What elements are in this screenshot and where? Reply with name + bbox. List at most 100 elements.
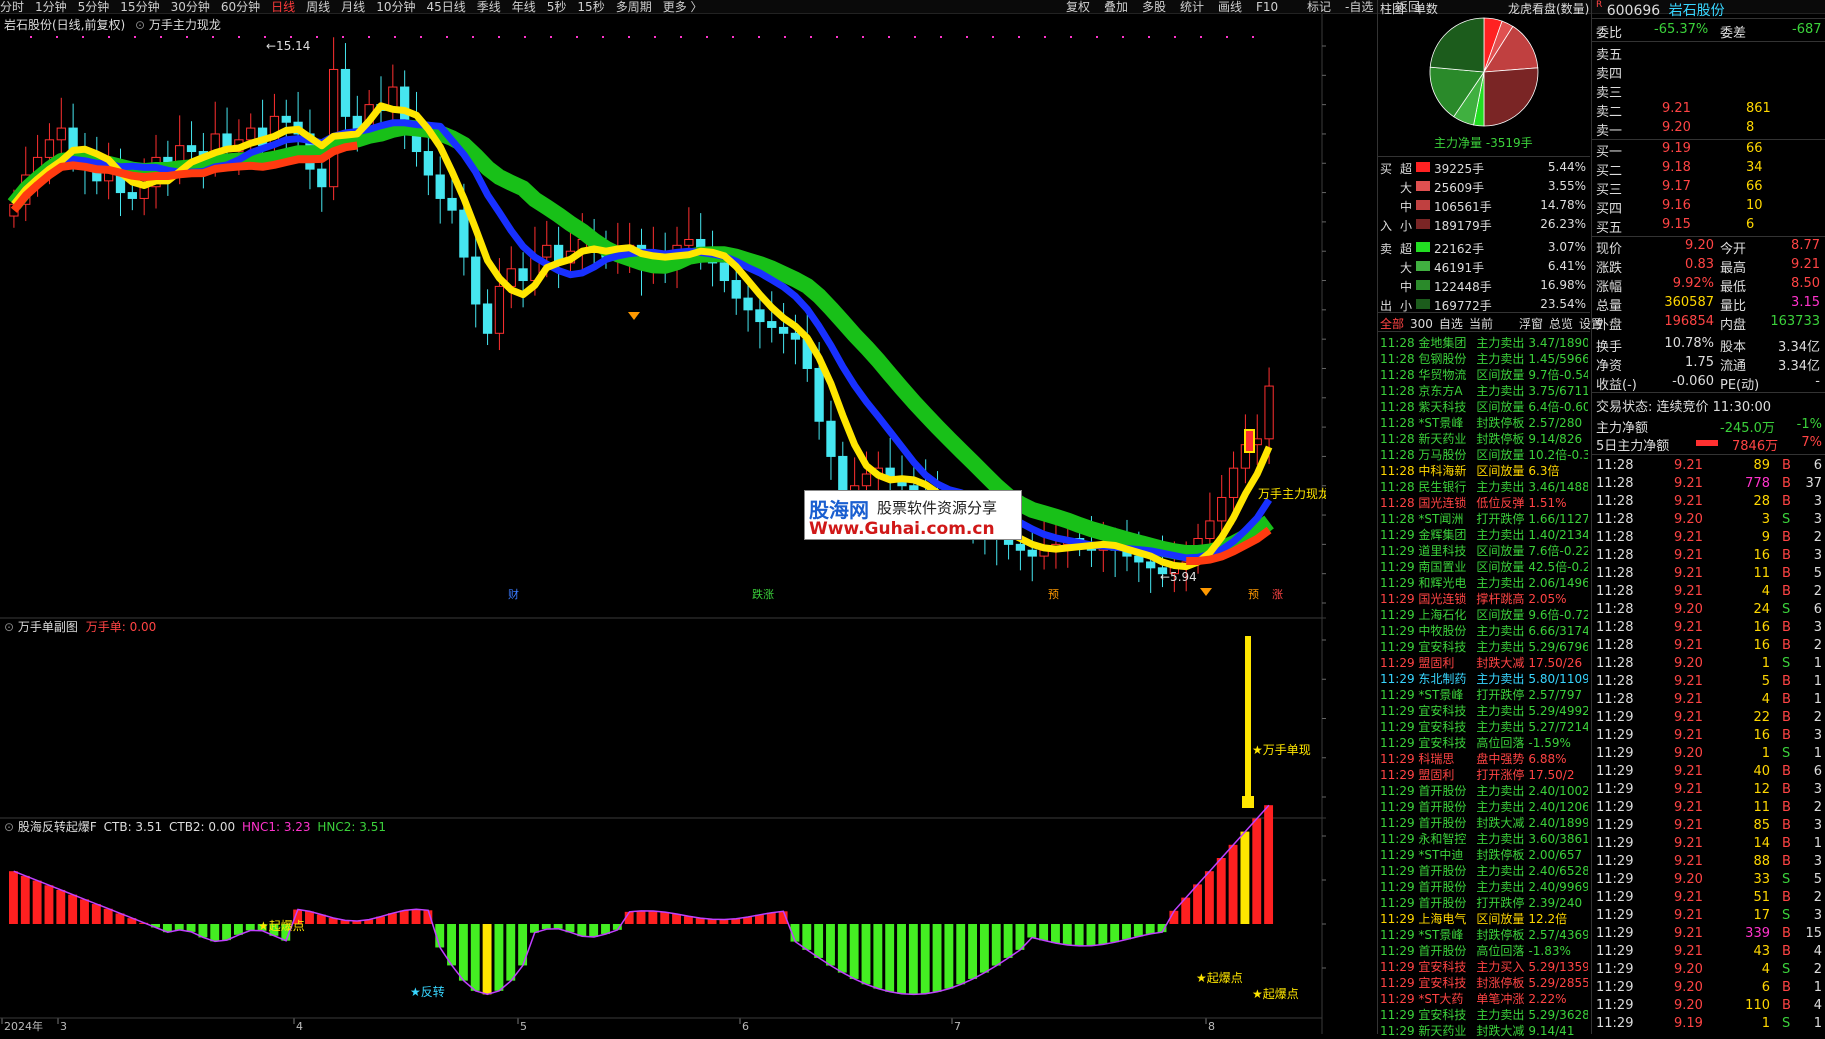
news-filter-tab[interactable]: 全部 — [1380, 317, 1404, 331]
news-stock[interactable]: 首开股份 — [1418, 942, 1472, 959]
news-stock[interactable]: *ST景峰 — [1418, 926, 1472, 943]
period-tab-6[interactable]: 日线 — [271, 0, 295, 14]
news-stock[interactable]: 宜安科技 — [1418, 734, 1472, 751]
news-stock[interactable]: 盟固利 — [1418, 654, 1472, 671]
news-item[interactable]: 11:28 包钢股份主力卖出1.45/59661 — [1380, 350, 1588, 367]
news-stock[interactable]: 京东方A — [1418, 382, 1472, 399]
sub1-title[interactable]: 万手单副图 — [18, 620, 78, 634]
period-tab-2[interactable]: 5分钟 — [78, 0, 110, 14]
news-item[interactable]: 11:29 道里科技区间放量7.6倍-0.22% — [1380, 542, 1588, 559]
news-filter-tab[interactable]: 总览 — [1549, 317, 1573, 331]
news-filter-tab[interactable]: 当前 — [1469, 317, 1493, 331]
period-tab-16[interactable]: 更多 〉 — [663, 0, 703, 14]
news-item[interactable]: 11:29 首开股份 主力卖出 2.40/9969 — [1380, 878, 1588, 895]
news-item[interactable]: 11:29 南国置业区间放量42.5倍-0.23% — [1380, 558, 1588, 575]
news-item[interactable]: 11:29 上海石化区间放量9.6倍-0.72% — [1380, 606, 1588, 623]
toolbar-btn-6[interactable]: 标记 — [1307, 0, 1331, 14]
news-stock[interactable]: 紫天科技 — [1418, 398, 1472, 415]
news-item[interactable]: 11:29 盟固利 封跌大减 17.50/26 — [1380, 654, 1588, 671]
news-item[interactable]: 11:29 中牧股份 主力卖出 6.66/3174 — [1380, 622, 1588, 639]
news-stock[interactable]: 包钢股份 — [1418, 350, 1472, 367]
news-stock[interactable]: 宜安科技 — [1418, 702, 1472, 719]
period-tab-5[interactable]: 60分钟 — [221, 0, 260, 14]
toolbar-btn-0[interactable]: 复权 — [1066, 0, 1090, 14]
news-item[interactable]: 11:29 宜安科技 主力卖出 5.29/6796 — [1380, 638, 1588, 655]
news-filter-tab[interactable]: 自选 — [1439, 317, 1463, 331]
stock-name[interactable]: 岩石股份 — [1669, 3, 1725, 19]
news-item[interactable]: 11:29 永和智控 主力卖出 3.60/3861 — [1380, 830, 1588, 847]
news-stock[interactable]: *ST景峰 — [1418, 686, 1472, 703]
toolbar-btn-3[interactable]: 统计 — [1180, 0, 1204, 14]
news-stock[interactable]: 民生银行 — [1418, 478, 1472, 495]
toolbar-btn-7[interactable]: -自选 — [1345, 0, 1373, 14]
news-item[interactable]: 11:29 国光连锁 撑杆跳高 2.05% — [1380, 590, 1588, 607]
news-stock[interactable]: 和辉光电 — [1418, 574, 1472, 591]
period-tab-3[interactable]: 15分钟 — [120, 0, 159, 14]
news-item[interactable]: 11:29 宜安科技 主力卖出 5.27/7214 — [1380, 718, 1588, 735]
news-item[interactable]: 11:28 华贸物流区间放量9.7倍-0.54% — [1380, 366, 1588, 383]
news-item[interactable]: 11:29 宜安科技 主力卖出 5.29/4992 — [1380, 702, 1588, 719]
news-stock[interactable]: 宜安科技 — [1418, 1006, 1472, 1023]
news-stock[interactable]: 道里科技 — [1418, 542, 1472, 559]
news-item[interactable]: 11:28 万马股份区间放量10.2倍-0.30% — [1380, 446, 1588, 463]
news-stock[interactable]: 上海石化 — [1418, 606, 1472, 623]
news-stock[interactable]: 科瑞思 — [1418, 750, 1472, 767]
news-stock[interactable]: 上海电气 — [1418, 910, 1472, 927]
period-tab-12[interactable]: 年线 — [512, 0, 536, 14]
period-tab-9[interactable]: 10分钟 — [376, 0, 415, 14]
period-tab-4[interactable]: 30分钟 — [171, 0, 210, 14]
indicator-toggle-icon[interactable]: ⊙ — [135, 18, 145, 32]
news-stock[interactable]: *ST闻洲 — [1418, 510, 1472, 527]
tab-count[interactable]: 单数 — [1414, 2, 1438, 16]
news-item[interactable]: 11:29 *ST景峰 封跌停板 2.57/4369 — [1380, 926, 1588, 943]
news-stock[interactable]: 首开股份 — [1418, 894, 1472, 911]
news-item[interactable]: 11:29 盟固利 打开涨停 17.50/2 — [1380, 766, 1588, 783]
news-stock[interactable]: *ST景峰 — [1418, 414, 1472, 431]
sub1-toggle-icon[interactable]: ⊙ — [4, 620, 14, 634]
news-item[interactable]: 11:28 新天药业 封跌停板 9.14/826 — [1380, 430, 1588, 447]
news-stock[interactable]: 国光连锁 — [1418, 590, 1472, 607]
news-filter-tab[interactable]: 300 — [1410, 317, 1433, 331]
news-stock[interactable]: 盟固利 — [1418, 766, 1472, 783]
kline-svg[interactable]: 15.0014.5014.0013.5013.0012.5012.0011.50… — [0, 14, 1366, 1034]
news-item[interactable]: 11:29 东北制药主力卖出5.80/11092 — [1380, 670, 1588, 687]
news-item[interactable]: 11:29 科瑞思 盘中强势 6.88% — [1380, 750, 1588, 767]
news-stock[interactable]: 国光连锁 — [1418, 494, 1472, 511]
news-stock[interactable]: 永和智控 — [1418, 830, 1472, 847]
news-item[interactable]: 11:29 和辉光电主力卖出2.06/14967 — [1380, 574, 1588, 591]
news-stock[interactable]: 金地集团 — [1418, 334, 1472, 351]
news-item[interactable]: 11:29 *ST景峰 打开跌停 2.57/797 — [1380, 686, 1588, 703]
news-stock[interactable]: *ST中迪 — [1418, 846, 1472, 863]
news-item[interactable]: 11:28 民生银行主力卖出3.46/14886 — [1380, 478, 1588, 495]
news-item[interactable]: 11:29 *ST中迪 封跌停板 2.00/657 — [1380, 846, 1588, 863]
news-item[interactable]: 11:28 *ST闻洲 打开跌停 1.66/1127 — [1380, 510, 1588, 527]
news-item[interactable]: 11:29 首开股份 高位回落 -1.83% — [1380, 942, 1588, 959]
toolbar-btn-1[interactable]: 叠加 — [1104, 0, 1128, 14]
news-stock[interactable]: 新天药业 — [1418, 430, 1472, 447]
news-item[interactable]: 11:29 首开股份主力卖出2.40/12068 — [1380, 798, 1588, 815]
sub2-toggle-icon[interactable]: ⊙ — [4, 820, 14, 834]
news-item[interactable]: 11:29 宜安科技 高位回落 -1.59% — [1380, 734, 1588, 751]
toolbar-btn-2[interactable]: 多股 — [1142, 0, 1166, 14]
news-item[interactable]: 11:29 宜安科技主力买入5.29/13597 — [1380, 958, 1588, 975]
news-item[interactable]: 11:29 新天药业 封跌大减 9.14/41 — [1380, 1022, 1588, 1039]
period-tab-14[interactable]: 15秒 — [577, 0, 604, 14]
news-stock[interactable]: 宜安科技 — [1418, 638, 1472, 655]
period-tab-7[interactable]: 周线 — [306, 0, 330, 14]
news-item[interactable]: 11:29 *ST大药 单笔冲涨 2.22% — [1380, 990, 1588, 1007]
news-stock[interactable]: 宜安科技 — [1418, 958, 1472, 975]
news-item[interactable]: 11:28 *ST景峰 封跌停板 2.57/280 — [1380, 414, 1588, 431]
news-item[interactable]: 11:28 京东方A 主力卖出3.75/67119 — [1380, 382, 1588, 399]
news-item[interactable]: 11:29 首开股份 打开跌停 2.39/240 — [1380, 894, 1588, 911]
news-stock[interactable]: 首开股份 — [1418, 814, 1472, 831]
news-stock[interactable]: 南国置业 — [1418, 558, 1472, 575]
period-tab-11[interactable]: 季线 — [477, 0, 501, 14]
news-item[interactable]: 11:29 上海电气 区间放量 12.2倍 — [1380, 910, 1588, 927]
news-item[interactable]: 11:29 首开股份 主力卖出 2.40/6528 — [1380, 862, 1588, 879]
news-stock[interactable]: 新天药业 — [1418, 1022, 1472, 1039]
news-item[interactable]: 11:28 金地集团主力卖出3.47/18900 — [1380, 334, 1588, 351]
period-tab-1[interactable]: 1分钟 — [35, 0, 67, 14]
news-stock[interactable]: 金辉集团 — [1418, 526, 1472, 543]
news-stock[interactable]: 首开股份 — [1418, 782, 1472, 799]
news-filter-tab[interactable]: 浮窗 — [1519, 317, 1543, 331]
